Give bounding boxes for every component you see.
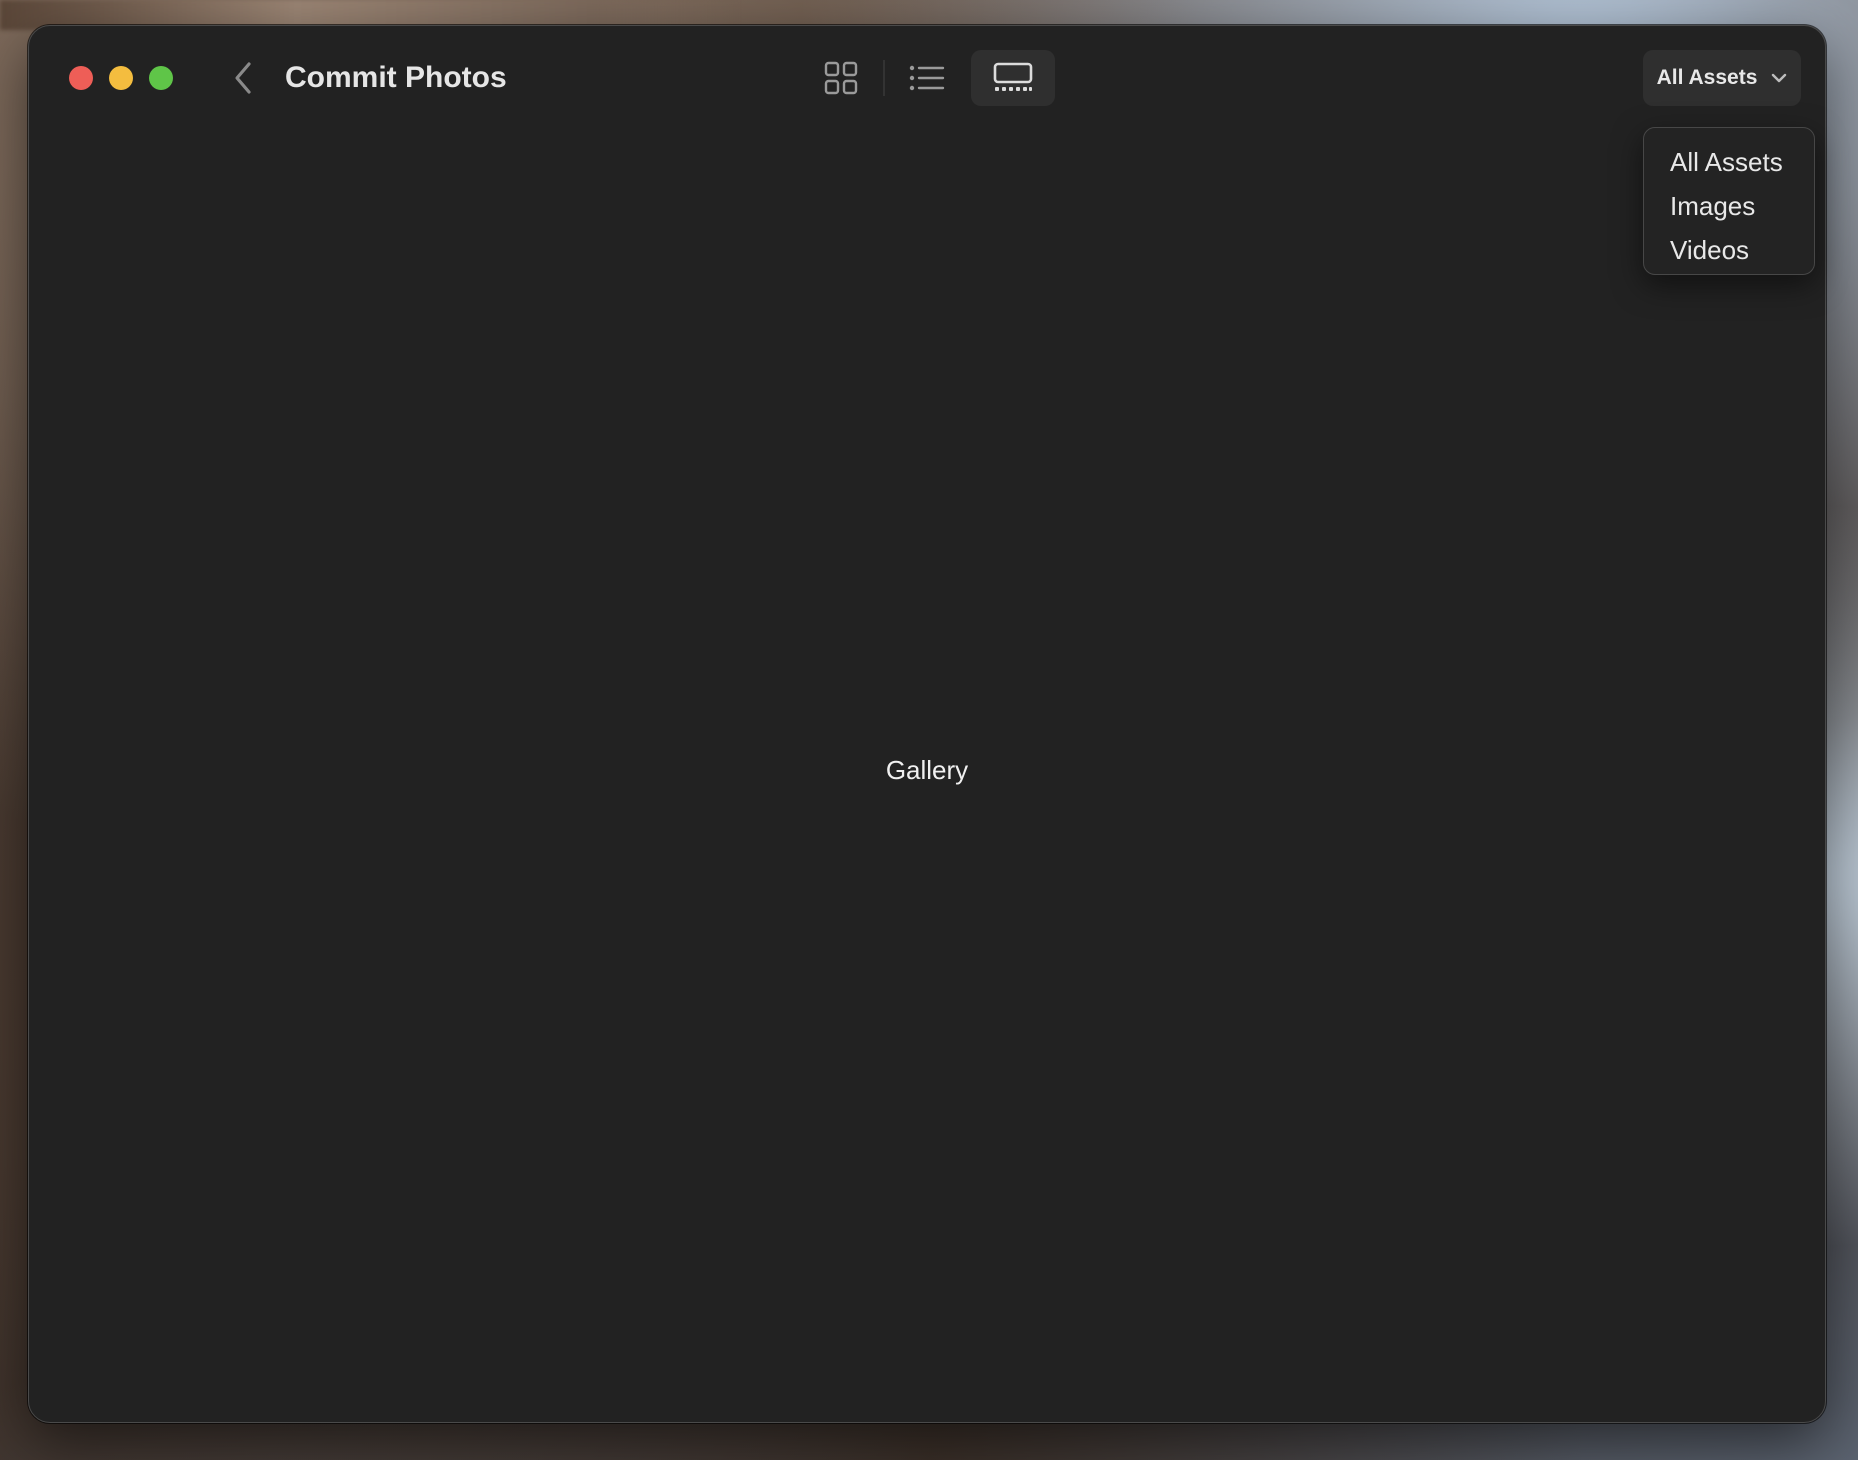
asset-filter-label: All Assets	[1656, 66, 1758, 89]
asset-filter-dropdown[interactable]: All Assets	[1643, 50, 1801, 106]
chevron-left-icon	[235, 62, 251, 94]
chevron-down-icon	[1772, 73, 1787, 83]
minimize-window-button[interactable]	[109, 66, 133, 90]
gallery-placeholder: Gallery	[885, 754, 969, 785]
grid-view-button[interactable]	[799, 50, 883, 106]
gallery-content-area: Gallery	[29, 130, 1825, 1422]
zoom-window-button[interactable]	[149, 66, 173, 90]
close-window-button[interactable]	[69, 66, 93, 90]
list-view-button[interactable]	[885, 50, 969, 106]
gallery-icon	[993, 62, 1033, 91]
list-icon	[909, 65, 945, 91]
app-window: Commit Photos All Assets All Assets Imag…	[28, 25, 1826, 1423]
back-button[interactable]	[225, 54, 261, 102]
gallery-view-button[interactable]	[971, 50, 1055, 106]
grid-icon	[824, 61, 858, 95]
window-title: Commit Photos	[285, 61, 507, 94]
